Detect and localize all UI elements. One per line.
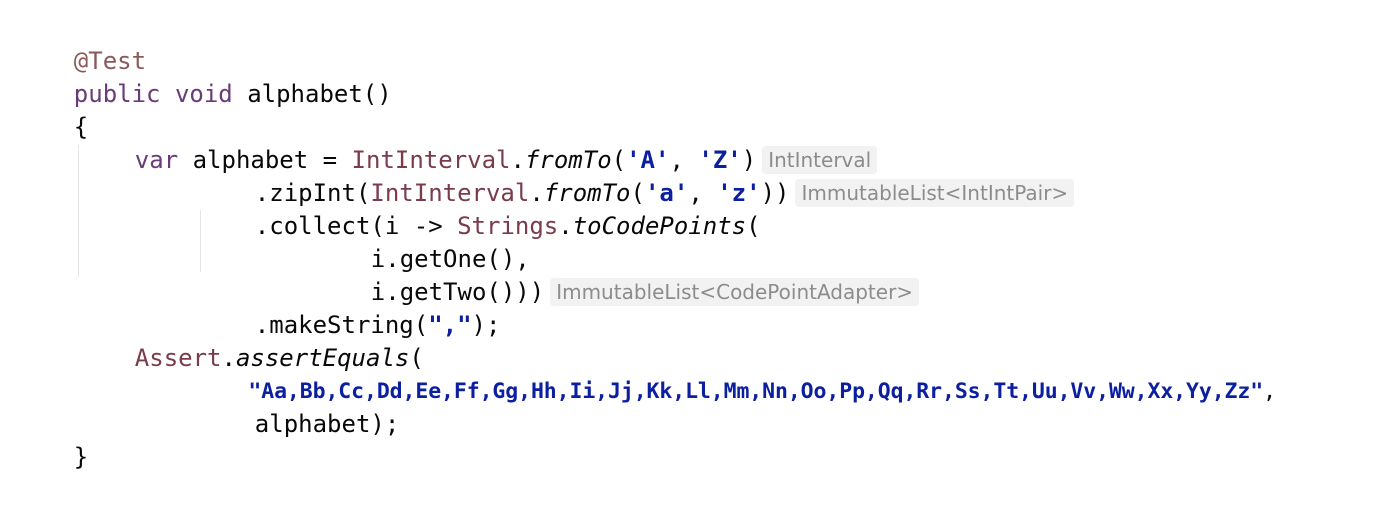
method-token: toCodePoints xyxy=(572,212,747,240)
keyword-token: var xyxy=(134,146,179,174)
code-line-3: { xyxy=(16,78,88,141)
type-hint-inlay: ImmutableList<CodePointAdapter> xyxy=(550,278,920,306)
code-token: ( xyxy=(746,212,761,240)
code-line-9: .makeString(","); xyxy=(197,276,501,339)
string-literal: "Aa,Bb,Cc,Dd,Ee,Ff,Gg,Hh,Ii,Jj,Kk,Ll,Mm,… xyxy=(248,379,1264,404)
code-token: ); xyxy=(471,311,501,339)
string-literal: "," xyxy=(428,311,472,339)
type-hint-inlay: ImmutableList<IntIntPair> xyxy=(795,179,1075,207)
code-line-13: } xyxy=(16,408,88,471)
code-line-1: @Test xyxy=(16,12,146,75)
code-token: alphabet); xyxy=(254,410,400,438)
code-token: } xyxy=(73,443,89,471)
code-token: )) xyxy=(760,179,790,207)
code-line-8: i.getTwo())) ImmutableList<CodePointAdapt… xyxy=(313,243,920,306)
code-token: . xyxy=(558,212,573,240)
code-token: , xyxy=(1263,379,1276,404)
code-line-4: var alphabet = IntInterval.fromTo('A', '… xyxy=(77,111,878,174)
keyword-token: public void xyxy=(73,80,233,108)
code-line-7: i.getOne(), xyxy=(313,210,530,273)
code-editor[interactable]: @Test public void alphabet() { var alpha… xyxy=(0,0,1400,471)
code-line-2: public void alphabet() xyxy=(16,45,392,108)
code-line-6: .collect(i -> Strings.toCodePoints( xyxy=(197,177,761,240)
code-token: alphabet() xyxy=(232,80,392,108)
code-line-5: .zipInt(IntInterval.fromTo('a', 'z')) Imm… xyxy=(197,144,1075,207)
code-line-12: alphabet); xyxy=(197,375,400,438)
code-line-11: "Aa,Bb,Cc,Dd,Ee,Ff,Gg,Hh,Ii,Jj,Kk,Ll,Mm,… xyxy=(197,342,1276,404)
code-line-10: Assert.assertEquals( xyxy=(77,309,424,372)
